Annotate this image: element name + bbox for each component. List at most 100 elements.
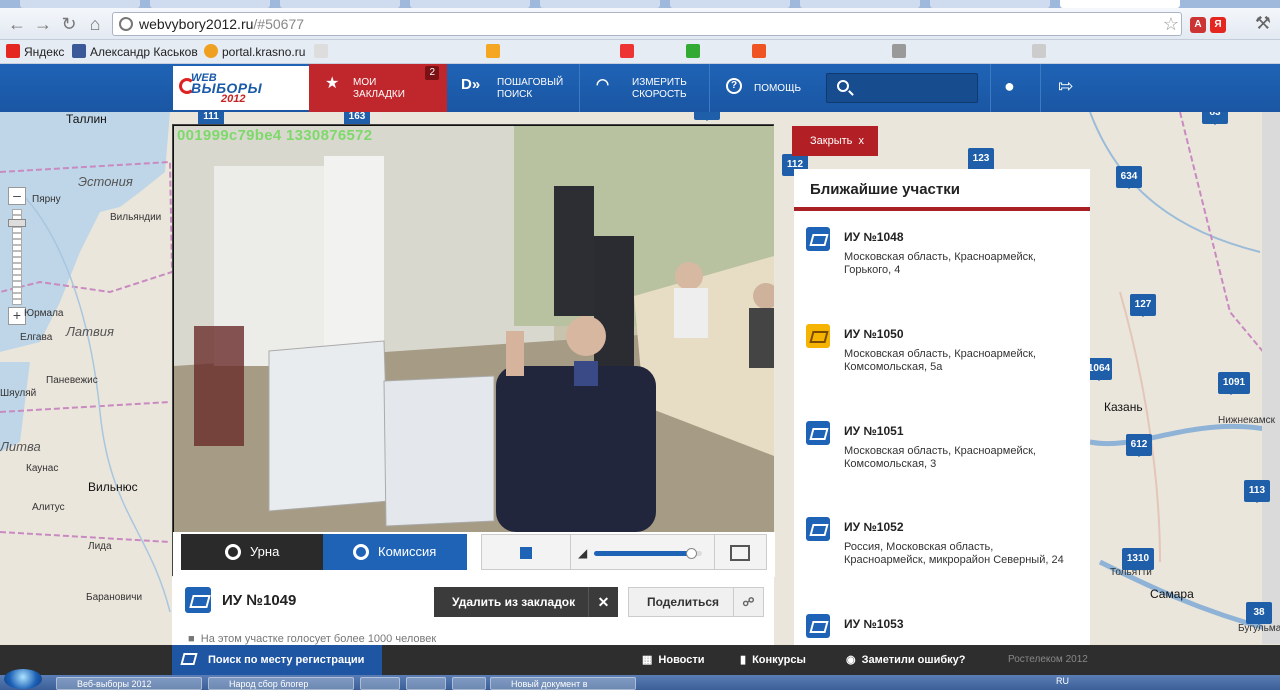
button-label: Поиск по месту регистрации bbox=[208, 654, 365, 666]
volume-icon[interactable]: ◢ bbox=[578, 546, 587, 560]
footer-link-report-error[interactable]: ◉ Заметили ошибку? bbox=[846, 645, 965, 675]
camera-tab-komissiya[interactable]: Комиссия bbox=[323, 534, 467, 570]
bookmark-vk[interactable]: Александр Каськов bbox=[72, 44, 198, 60]
zoom-slider-handle[interactable] bbox=[8, 219, 26, 227]
bookmark-other[interactable] bbox=[1032, 44, 1172, 60]
volume-slider-handle[interactable] bbox=[686, 548, 698, 559]
browser-tab[interactable] bbox=[930, 0, 1050, 8]
bookmark-yandex[interactable]: Яндекс bbox=[6, 44, 64, 60]
site-search-input[interactable] bbox=[826, 73, 978, 103]
map-city-label: Каунас bbox=[26, 463, 59, 474]
browser-tab[interactable] bbox=[410, 0, 530, 8]
logout-icon[interactable]: ⇰ bbox=[1058, 76, 1073, 97]
search-icon bbox=[837, 80, 849, 92]
page-icon bbox=[686, 44, 700, 58]
map-city-label: Вильнюс bbox=[88, 480, 138, 494]
stop-icon[interactable] bbox=[520, 547, 532, 559]
map-station-cluster[interactable]: 634 bbox=[1116, 166, 1142, 189]
nav-my-bookmarks[interactable]: ★ МОИ ЗАКЛАДКИ 2 bbox=[309, 64, 447, 112]
search-by-registration-button[interactable]: Поиск по месту регистрации bbox=[172, 645, 382, 675]
button-label: Поделиться bbox=[647, 595, 720, 609]
map-city-label: Алитус bbox=[32, 502, 65, 513]
site-logo[interactable]: WEB ВЫБОРЫ 2012 bbox=[173, 66, 309, 110]
footer-link-label: Заметили ошибку? bbox=[861, 654, 966, 666]
browser-tab[interactable] bbox=[280, 0, 400, 8]
map-station-cluster[interactable]: 612 bbox=[1126, 434, 1152, 457]
nearby-station-item[interactable]: ИУ №1052 Россия, Московская область, Кра… bbox=[806, 517, 1086, 607]
bookmark-other[interactable] bbox=[892, 44, 1032, 60]
map-station-cluster[interactable]: 113 bbox=[1244, 480, 1270, 503]
map-city-label: Шяуляй bbox=[0, 388, 37, 399]
map-station-cluster[interactable]: 279 bbox=[694, 112, 720, 121]
browser-tab[interactable] bbox=[150, 0, 270, 8]
ballot-box-icon bbox=[806, 227, 830, 251]
map-station-cluster[interactable]: 1310 bbox=[1122, 548, 1154, 571]
zoom-out-button[interactable]: – bbox=[8, 187, 26, 205]
browser-tab[interactable] bbox=[800, 0, 920, 8]
back-icon[interactable]: ← bbox=[6, 13, 28, 35]
forward-icon[interactable]: → bbox=[32, 13, 54, 35]
yandex-icon[interactable]: Я bbox=[1210, 17, 1226, 33]
star-icon[interactable]: ☆ bbox=[1160, 13, 1182, 35]
browser-toolbar: ← → ↻ ⌂ webvybory2012.ru/#50677 ☆ A Я ⚒ bbox=[0, 8, 1280, 40]
bookmark-other[interactable] bbox=[620, 44, 680, 60]
map-station-cluster[interactable]: 1091 bbox=[1218, 372, 1250, 395]
close-panel-button[interactable]: Закрыть x bbox=[792, 126, 878, 156]
map-station-cluster[interactable]: 38 bbox=[1246, 602, 1272, 625]
volume-slider[interactable] bbox=[594, 548, 702, 559]
taskbar-item[interactable] bbox=[360, 677, 400, 690]
page-icon bbox=[314, 44, 328, 58]
map-city-label: Лида bbox=[88, 541, 112, 552]
address-bar[interactable]: webvybory2012.ru/#50677 bbox=[112, 12, 1182, 36]
browser-tab[interactable] bbox=[670, 0, 790, 8]
footer-link-contests[interactable]: ▮ Конкурсы bbox=[740, 645, 806, 675]
bookmark-other[interactable] bbox=[314, 44, 474, 60]
nearby-station-item[interactable]: ИУ №1048 Московская область, Красноармей… bbox=[806, 227, 1086, 317]
map-station-cluster[interactable]: 123 bbox=[968, 148, 994, 171]
camera-feed[interactable]: 001999c79be4 1330876572 bbox=[174, 126, 774, 532]
taskbar-item[interactable]: Новый документ в bbox=[490, 677, 636, 690]
taskbar-item[interactable]: Веб-выборы 2012 bbox=[56, 677, 202, 690]
taskbar-item[interactable] bbox=[406, 677, 446, 690]
bookmark-other[interactable] bbox=[486, 44, 606, 60]
reload-icon[interactable]: ↻ bbox=[58, 13, 80, 35]
browser-tab[interactable] bbox=[20, 0, 140, 8]
map-city-label: Таллин bbox=[66, 112, 107, 126]
home-icon[interactable]: ⌂ bbox=[84, 13, 106, 35]
share-button[interactable]: Поделиться ☍ bbox=[628, 587, 764, 617]
camera-tab-urna[interactable]: Урна bbox=[181, 534, 323, 570]
nearby-station-item[interactable]: ИУ №1050 Московская область, Красноармей… bbox=[806, 324, 1086, 414]
nearby-station-item[interactable]: ИУ №1051 Московская область, Красноармей… bbox=[806, 421, 1086, 511]
browser-tab-active[interactable] bbox=[1060, 0, 1180, 8]
nav-step-search[interactable]: D» ПОШАГОВЫЙ ПОИСК bbox=[447, 64, 577, 112]
remove-bookmark-button[interactable]: Удалить из закладок ✕ bbox=[434, 587, 618, 617]
station-title: ИУ №1049 bbox=[222, 592, 297, 609]
adblock-icon[interactable]: A bbox=[1190, 17, 1206, 33]
map-zoom-control[interactable]: – + bbox=[8, 187, 26, 327]
bookmark-other[interactable] bbox=[686, 44, 746, 60]
footer-link-news[interactable]: ▦ Новости bbox=[642, 645, 705, 675]
browser-tab[interactable] bbox=[540, 0, 660, 8]
nav-speed-test[interactable]: ◠ ИЗМЕРИТЬ СКОРОСТЬ bbox=[580, 64, 708, 112]
map-station-cluster[interactable]: 83 bbox=[1202, 112, 1228, 125]
fullscreen-icon[interactable] bbox=[730, 545, 750, 561]
taskbar-item[interactable]: Народ сбор блогер bbox=[208, 677, 354, 690]
speech-bubble-icon: ◉ bbox=[846, 654, 856, 666]
bookmarks-count-badge: 2 bbox=[425, 66, 439, 80]
nearby-station-item[interactable]: ИУ №1053 bbox=[806, 614, 1086, 645]
map-country-label: Латвия bbox=[66, 324, 114, 339]
start-button[interactable] bbox=[4, 669, 42, 689]
bookmark-portal[interactable]: portal.krasno.ru bbox=[204, 44, 305, 60]
language-indicator[interactable]: RU bbox=[1056, 676, 1069, 686]
station-number: ИУ №1048 bbox=[844, 230, 904, 244]
page-icon bbox=[620, 44, 634, 58]
taskbar-item[interactable] bbox=[452, 677, 486, 690]
map-station-cluster[interactable]: 127 bbox=[1130, 294, 1156, 317]
news-icon: ▦ bbox=[642, 654, 653, 666]
nav-label: ИЗМЕРИТЬ СКОРОСТЬ bbox=[632, 77, 687, 100]
nav-help[interactable]: ? ПОМОЩЬ bbox=[710, 64, 818, 112]
wrench-icon[interactable]: ⚒ bbox=[1252, 12, 1274, 34]
nav-label: ПОМОЩЬ bbox=[754, 83, 802, 94]
bookmark-other[interactable] bbox=[752, 44, 892, 60]
user-icon[interactable]: ● bbox=[1004, 76, 1015, 97]
